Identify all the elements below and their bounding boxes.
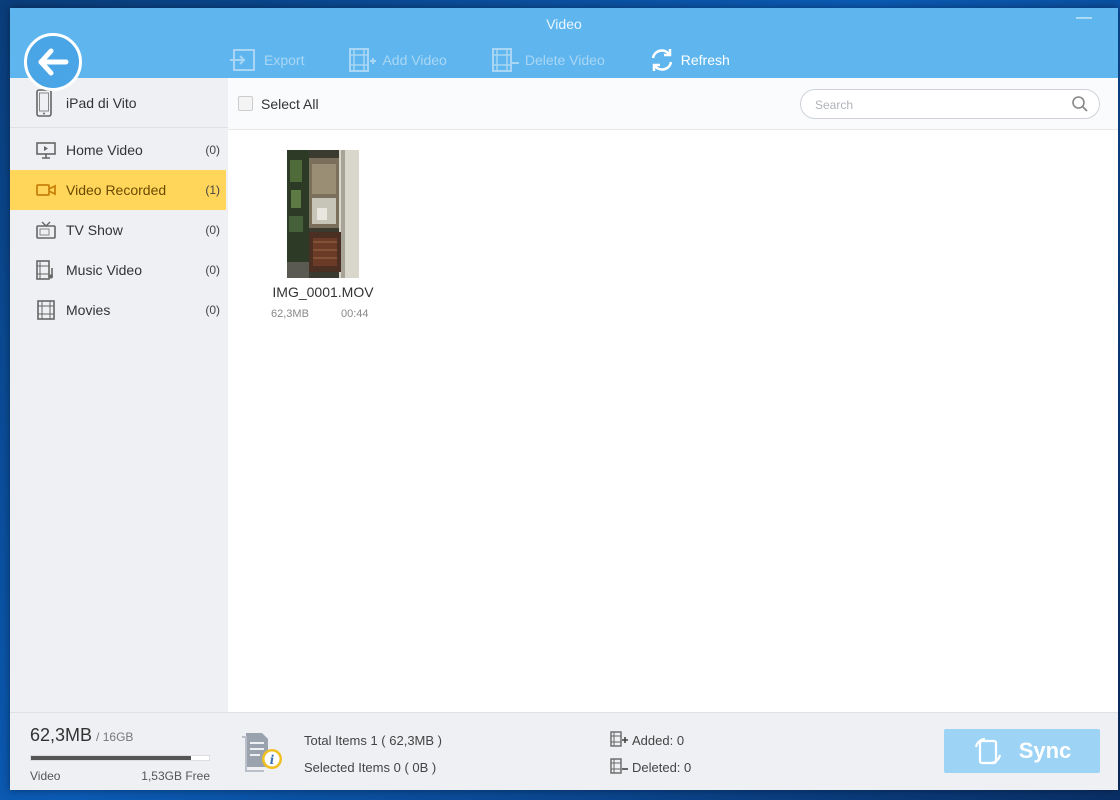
sync-button[interactable]: Sync: [944, 729, 1100, 773]
monitor-icon: [34, 141, 58, 159]
category-list: Home Video (0) Video Recorded (1) TV Sho…: [10, 130, 228, 330]
storage-bar-fill: [31, 756, 192, 760]
storage-free: 1,53GB Free: [141, 769, 210, 783]
status-footer: i Total Items 1 ( 62,3MB ) Selected Item…: [228, 712, 1118, 790]
svg-text:i: i: [270, 753, 275, 767]
delete-video-label: Delete Video: [524, 52, 605, 68]
storage-category: Video: [30, 769, 61, 783]
search-icon[interactable]: [1071, 95, 1089, 118]
video-duration: 00:44: [341, 308, 369, 320]
add-video-label: Add Video: [382, 52, 447, 68]
storage-used: 62,3MB/ 16GB: [30, 725, 133, 746]
sidebar-item-music-video[interactable]: Music Video (0): [10, 250, 226, 290]
added-count: Added: 0: [632, 733, 685, 748]
export-label: Export: [264, 52, 305, 68]
added-icon: [610, 731, 628, 752]
selected-items: Selected Items 0 ( 0B ): [304, 760, 437, 775]
sidebar-item-count: (1): [205, 183, 220, 197]
main-panel: Select All Search IMG_0001.MOV 62,3MB 00…: [228, 78, 1118, 790]
device-name: iPad di Vito: [66, 94, 137, 111]
sync-icon: [974, 737, 1001, 765]
select-all-checkbox[interactable]: [238, 96, 253, 111]
music-video-icon: [34, 260, 58, 280]
main-header: Select All: [228, 78, 1118, 130]
sidebar-item-count: (0): [205, 303, 220, 317]
add-video-icon: [349, 48, 377, 72]
video-camera-icon: [34, 182, 58, 198]
sidebar-item-count: (0): [205, 263, 220, 277]
search-box: [800, 89, 1100, 119]
sidebar-item-label: Music Video: [66, 262, 143, 278]
sidebar-item-movies[interactable]: Movies (0): [10, 290, 226, 330]
ipad-icon: [32, 88, 56, 117]
sidebar-item-label: Video Recorded: [66, 182, 167, 198]
storage-bar: [30, 755, 210, 761]
sync-label: Sync: [1018, 738, 1072, 763]
video-file-size: 62,3MB: [271, 308, 309, 320]
film-icon: [34, 300, 58, 320]
select-all-label[interactable]: Select All: [261, 96, 319, 112]
delete-video-icon: [491, 48, 519, 72]
export-icon: [230, 49, 255, 71]
storage-panel: 62,3MB/ 16GB Video 1,53GB Free: [10, 712, 228, 790]
video-file-name: IMG_0001.MOV: [272, 284, 374, 300]
storage-total: / 16GB: [96, 730, 134, 744]
sidebar-item-count: (0): [205, 143, 220, 157]
back-button[interactable]: [24, 33, 82, 91]
sidebar-item-label: Movies: [66, 302, 111, 318]
total-items: Total Items 1 ( 62,3MB ): [304, 733, 442, 748]
search-input[interactable]: [815, 96, 1055, 114]
deleted-count: Deleted: 0: [632, 760, 692, 775]
sidebar: iPad di Vito Home Video (0) Video Record…: [10, 78, 228, 790]
video-thumbnail[interactable]: [287, 150, 359, 278]
window-title: Video: [546, 16, 582, 32]
delete-video-button[interactable]: Delete Video: [491, 47, 605, 73]
minimize-button[interactable]: —: [1070, 8, 1098, 34]
refresh-label: Refresh: [680, 52, 730, 68]
storage-used-value: 62,3MB: [30, 725, 93, 745]
sidebar-item-label: Home Video: [66, 142, 143, 158]
sidebar-item-home-video[interactable]: Home Video (0): [10, 130, 226, 170]
refresh-button[interactable]: Refresh: [649, 47, 730, 73]
refresh-icon: [651, 49, 672, 71]
sidebar-item-tv-show[interactable]: TV Show (0): [10, 210, 226, 250]
toolbar: Export Add Video Delete Video Refresh: [228, 46, 774, 74]
deleted-icon: [610, 758, 628, 779]
file-info-icon: i: [240, 729, 286, 778]
title-bar: Video — Export Add Video Delete Video Re…: [10, 8, 1118, 78]
sidebar-item-count: (0): [205, 223, 220, 237]
app-window: Video — Export Add Video Delete Video Re…: [10, 8, 1118, 790]
arrow-left-icon: [38, 48, 69, 76]
sidebar-item-label: TV Show: [66, 222, 123, 238]
export-button[interactable]: Export: [228, 48, 304, 72]
tv-icon: [34, 221, 58, 239]
add-video-button[interactable]: Add Video: [348, 47, 447, 73]
sidebar-item-video-recorded[interactable]: Video Recorded (1): [10, 170, 226, 210]
